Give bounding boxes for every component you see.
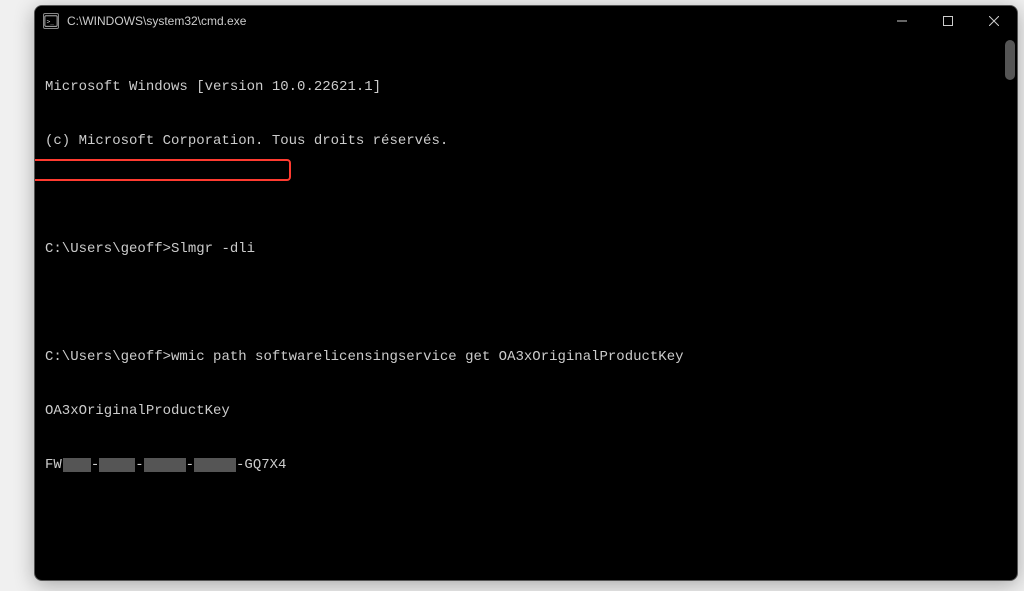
output-header: OA3xOriginalProductKey (45, 402, 1007, 420)
terminal-output[interactable]: Microsoft Windows [version 10.0.22621.1]… (35, 36, 1017, 580)
dash: - (91, 456, 99, 474)
command-line-2: C:\Users\geoff>wmic path softwarelicensi… (45, 348, 1007, 366)
product-key-suffix: -GQ7X4 (236, 456, 286, 474)
scrollbar-thumb[interactable] (1005, 40, 1015, 80)
blank-line (45, 294, 1007, 312)
close-button[interactable] (971, 6, 1017, 36)
prompt: C:\Users\geoff> (45, 349, 171, 365)
dash: - (135, 456, 143, 474)
redacted-segment (99, 458, 135, 472)
copyright-line: (c) Microsoft Corporation. Tous droits r… (45, 132, 1007, 150)
blank-line (45, 564, 1007, 581)
window-controls (879, 6, 1017, 36)
scrollbar-track[interactable] (1003, 36, 1017, 580)
svg-text:>_: >_ (47, 19, 55, 26)
command-text: wmic path softwarelicensingservice get O… (171, 349, 683, 365)
maximize-button[interactable] (925, 6, 971, 36)
minimize-button[interactable] (879, 6, 925, 36)
window-title: C:\WINDOWS\system32\cmd.exe (67, 14, 879, 28)
redacted-segment (194, 458, 236, 472)
cmd-window: >_ C:\WINDOWS\system32\cmd.exe Microsoft… (34, 5, 1018, 581)
blank-line (45, 186, 1007, 204)
dash: - (186, 456, 194, 474)
blank-line (45, 510, 1007, 528)
cmd-icon: >_ (43, 13, 59, 29)
product-key-line: FW - - - -GQ7X4 (45, 456, 1007, 474)
redacted-segment (144, 458, 186, 472)
highlight-annotation (34, 159, 291, 181)
window-titlebar[interactable]: >_ C:\WINDOWS\system32\cmd.exe (35, 6, 1017, 36)
product-key-prefix: FW (45, 456, 62, 474)
redacted-segment (63, 458, 91, 472)
command-text: Slmgr -dli (171, 241, 255, 257)
prompt: C:\Users\geoff> (45, 241, 171, 257)
version-line: Microsoft Windows [version 10.0.22621.1] (45, 78, 1007, 96)
command-line-1: C:\Users\geoff>Slmgr -dli (45, 240, 1007, 258)
